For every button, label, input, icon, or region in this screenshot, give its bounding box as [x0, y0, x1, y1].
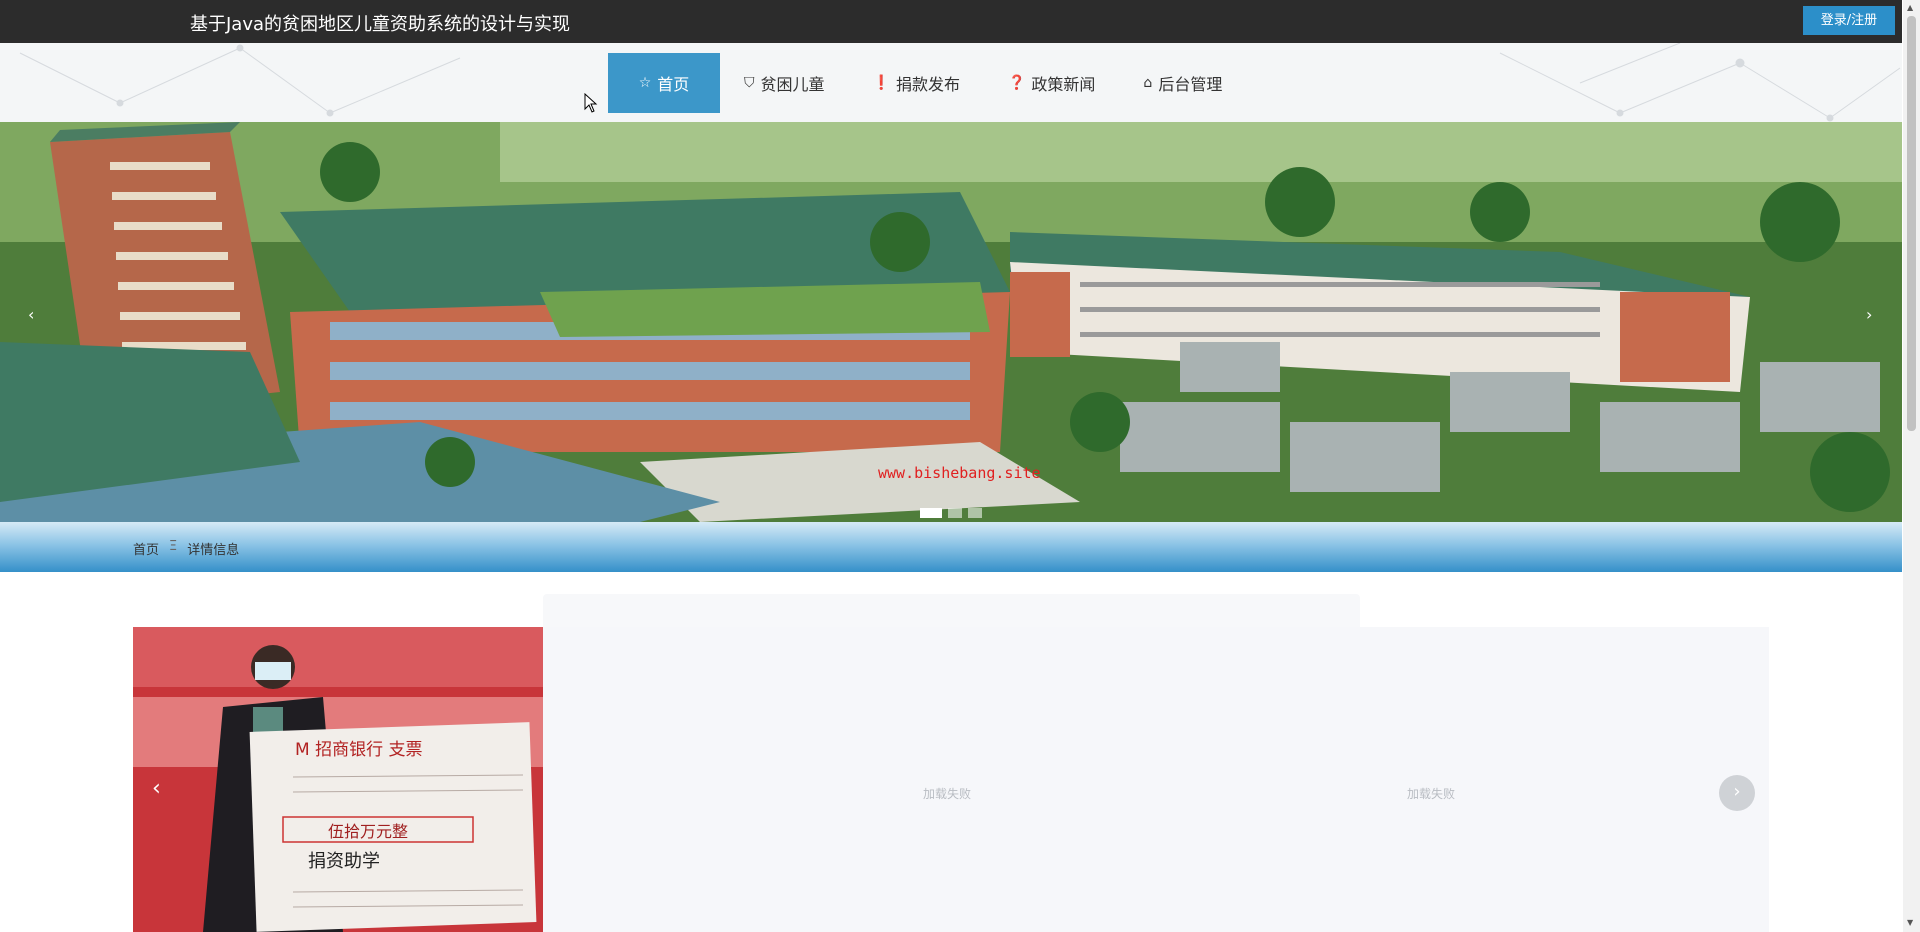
- donation-cheque-photo: M 招商银行 支票 伍拾万元整 捐资助学: [133, 627, 543, 932]
- nav-home-label: 首页: [657, 75, 690, 94]
- svg-text:伍拾万元整: 伍拾万元整: [328, 822, 408, 841]
- scroll-down-arrow-icon[interactable]: ▼: [1907, 918, 1913, 927]
- banner-watermark: www.bishebang.site: [878, 464, 1041, 482]
- gallery-next-button[interactable]: ›: [1719, 775, 1755, 811]
- banner-prev-arrow[interactable]: ‹: [28, 305, 34, 324]
- image-load-failed-1: 加载失败: [923, 787, 972, 801]
- gallery-prev-arrow[interactable]: ‹: [152, 776, 161, 801]
- nav-poor-children[interactable]: ⛉ 贫困儿童: [720, 53, 849, 113]
- breadcrumb-current: 详情信息: [187, 543, 240, 558]
- star-icon: ☆: [638, 75, 652, 91]
- nav-admin[interactable]: ⌂ 后台管理: [1119, 53, 1246, 113]
- banner-campus-image: [0, 122, 1902, 522]
- svg-text:M 招商银行 支票: M 招商银行 支票: [295, 740, 422, 760]
- site-title: 基于Java的贫困地区儿童资助系统的设计与实现: [190, 14, 571, 35]
- page-scrollbar[interactable]: ▲ ▼: [1903, 0, 1920, 932]
- nav-donation-publish-label: 捐款发布: [895, 75, 960, 94]
- nav-home[interactable]: ☆ 首页: [608, 53, 720, 113]
- breadcrumb-separator: Ξ: [169, 539, 178, 554]
- banner-carousel[interactable]: ‹ › www.bishebang.site: [0, 122, 1902, 522]
- banner-indicator-2[interactable]: [948, 508, 962, 518]
- detail-photo: M 招商银行 支票 伍拾万元整 捐资助学: [133, 627, 543, 932]
- nav-donation-publish[interactable]: ❗ 捐款发布: [849, 53, 984, 113]
- svg-text:捐资助学: 捐资助学: [308, 851, 380, 872]
- detail-panel-header: [543, 594, 1360, 628]
- banner-indicators: [920, 508, 982, 518]
- scroll-up-arrow-icon[interactable]: ▲: [1907, 3, 1913, 12]
- main-nav: ☆ 首页 ⛉ 贫困儿童 ❗ 捐款发布 ❓ 政策新闻 ⌂ 后台管理: [0, 43, 1902, 122]
- banner-indicator-3[interactable]: [968, 508, 982, 518]
- breadcrumb-bar: 首页 Ξ 详情信息: [0, 522, 1902, 572]
- image-load-failed-2: 加载失败: [1407, 787, 1456, 801]
- nav-policy-news[interactable]: ❓ 政策新闻: [984, 53, 1119, 113]
- detail-gallery-panel: 加载失败 加载失败: [543, 627, 1769, 932]
- banner-next-arrow[interactable]: ›: [1866, 305, 1872, 324]
- shopping-bag-icon: ⛉: [744, 75, 755, 91]
- nav-admin-label: 后台管理: [1158, 75, 1223, 94]
- breadcrumb-home[interactable]: 首页: [133, 539, 159, 558]
- nav-poor-children-label: 贫困儿童: [760, 75, 825, 94]
- top-bar: 基于Java的贫困地区儿童资助系统的设计与实现 登录/注册: [0, 0, 1902, 43]
- login-register-button[interactable]: 登录/注册: [1803, 6, 1895, 35]
- breadcrumb: 首页 Ξ 详情信息: [133, 539, 239, 558]
- mouse-pointer-icon: [584, 93, 598, 113]
- question-circle-icon: ❓: [1007, 75, 1026, 91]
- exclamation-circle-icon: ❗: [872, 75, 890, 91]
- nav-policy-news-label: 政策新闻: [1031, 75, 1096, 94]
- briefcase-icon: ⌂: [1143, 75, 1153, 91]
- scrollbar-thumb[interactable]: [1907, 16, 1916, 431]
- banner-indicator-1[interactable]: [920, 508, 942, 518]
